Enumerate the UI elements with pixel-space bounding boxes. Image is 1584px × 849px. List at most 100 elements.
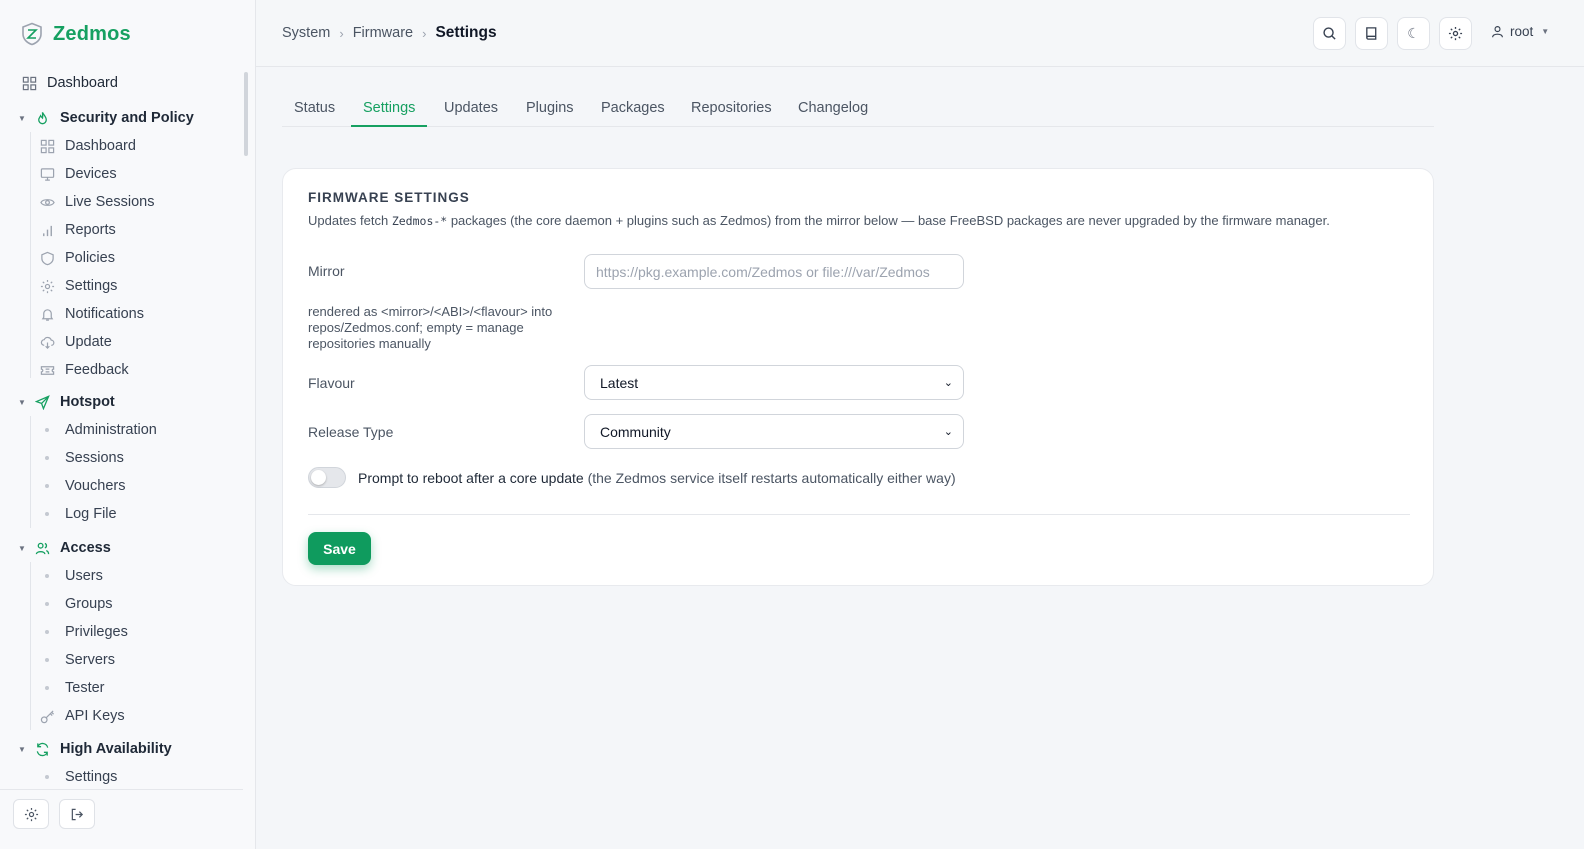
sidebar-item-tester[interactable]: Tester xyxy=(39,674,105,702)
sidebar-item-label: Settings xyxy=(65,769,118,785)
settings-button[interactable] xyxy=(13,799,49,829)
ticket-icon xyxy=(39,362,55,378)
user-menu[interactable]: root ▼ xyxy=(1491,24,1549,39)
sidebar-item-label: Devices xyxy=(65,166,117,182)
group-access[interactable]: ▼ Access xyxy=(18,534,111,562)
dashboard-icon xyxy=(21,75,37,91)
mirror-help-text: rendered as <mirror>/<ABI>/<flavour> int… xyxy=(308,304,553,351)
preferences-button[interactable] xyxy=(1439,17,1472,50)
sidebar-item-live-sessions[interactable]: Live Sessions xyxy=(39,188,154,216)
breadcrumb-system[interactable]: System xyxy=(282,25,330,41)
sidebar-item-label: Update xyxy=(65,334,112,350)
logout-button[interactable] xyxy=(59,799,95,829)
chevron-down-icon: ⌄ xyxy=(943,426,953,438)
chevron-down-icon: ▼ xyxy=(1541,27,1550,36)
breadcrumb-firmware[interactable]: Firmware xyxy=(353,25,413,41)
bar-chart-icon xyxy=(39,222,55,238)
tab-repositories[interactable]: Repositories xyxy=(679,95,784,127)
sidebar-item-policies[interactable]: Policies xyxy=(39,244,115,272)
sidebar-item-groups[interactable]: Groups xyxy=(39,590,113,618)
bullet-icon xyxy=(39,456,55,460)
sidebar-item-feedback[interactable]: Feedback xyxy=(39,356,129,384)
sidebar-item-sp-dashboard[interactable]: Dashboard xyxy=(39,132,136,160)
tree-line xyxy=(30,562,31,730)
flavour-label: Flavour xyxy=(308,375,355,391)
sidebar-item-devices[interactable]: Devices xyxy=(39,160,117,188)
divider xyxy=(308,514,1410,515)
sidebar-item-reports[interactable]: Reports xyxy=(39,216,116,244)
docs-button[interactable] xyxy=(1355,17,1388,50)
flavour-value: Latest xyxy=(600,374,639,391)
group-high-availability[interactable]: ▼ High Availability xyxy=(18,735,172,763)
bullet-icon xyxy=(39,630,55,634)
sidebar-item-dashboard[interactable]: Dashboard xyxy=(21,69,118,97)
bullet-icon xyxy=(39,512,55,516)
search-button[interactable] xyxy=(1313,17,1346,50)
cloud-download-icon xyxy=(39,334,55,350)
sidebar-item-notifications[interactable]: Notifications xyxy=(39,300,144,328)
reboot-prompt-toggle[interactable] xyxy=(308,467,346,488)
bullet-icon xyxy=(39,602,55,606)
tab-updates[interactable]: Updates xyxy=(432,95,510,127)
toggle-knob xyxy=(311,470,326,485)
sidebar-item-ha-settings[interactable]: Settings xyxy=(39,763,117,788)
chevron-right-icon: › xyxy=(339,25,344,41)
sidebar-item-label: Vouchers xyxy=(65,478,126,494)
flavour-select[interactable]: Latest ⌄ xyxy=(584,365,964,400)
group-security-and-policy[interactable]: ▼ Security and Policy xyxy=(18,104,194,132)
bullet-icon xyxy=(39,574,55,578)
group-title: Security and Policy xyxy=(60,110,194,126)
sidebar-item-label: Sessions xyxy=(65,450,124,466)
sidebar-item-update[interactable]: Update xyxy=(39,328,112,356)
sidebar-item-label: Notifications xyxy=(65,306,144,322)
sidebar-item-label: Feedback xyxy=(65,362,129,378)
mirror-input[interactable]: https://pkg.example.com/Zedmos or file:/… xyxy=(584,254,964,289)
logout-icon xyxy=(71,808,83,820)
sidebar-item-label: Groups xyxy=(65,596,113,612)
sidebar-item-log-file[interactable]: Log File xyxy=(39,500,117,528)
refresh-icon xyxy=(34,741,50,757)
group-hotspot[interactable]: ▼ Hotspot xyxy=(18,388,115,416)
sidebar-nav: Dashboard ▼ Security and Policy Dashboar… xyxy=(0,68,248,788)
key-icon xyxy=(39,708,55,724)
sidebar-item-label: Policies xyxy=(65,250,115,266)
sidebar-item-label: Privileges xyxy=(65,624,128,640)
send-icon xyxy=(34,394,50,410)
shield-icon xyxy=(39,250,55,266)
tab-packages[interactable]: Packages xyxy=(589,95,677,127)
sidebar-scrollbar[interactable] xyxy=(244,72,248,156)
theme-toggle-button[interactable]: ☾ xyxy=(1397,17,1430,50)
sidebar-item-vouchers[interactable]: Vouchers xyxy=(39,472,125,500)
desc-suffix: packages (the core daemon + plugins such… xyxy=(447,213,1330,228)
sidebar-item-label: Tester xyxy=(65,680,105,696)
tab-changelog[interactable]: Changelog xyxy=(786,95,880,127)
sidebar-item-servers[interactable]: Servers xyxy=(39,646,115,674)
breadcrumb: System › Firmware › Settings xyxy=(282,24,497,42)
desc-prefix: Updates fetch xyxy=(308,213,392,228)
release-type-select[interactable]: Community ⌄ xyxy=(584,414,964,449)
save-button[interactable]: Save xyxy=(308,532,371,565)
tab-bar: Status Settings Updates Plugins Packages… xyxy=(282,95,1434,127)
sidebar-item-label: Reports xyxy=(65,222,116,238)
tab-plugins[interactable]: Plugins xyxy=(514,95,586,127)
sidebar-item-sessions[interactable]: Sessions xyxy=(39,444,124,472)
sidebar-item-administration[interactable]: Administration xyxy=(39,416,157,444)
tab-settings[interactable]: Settings xyxy=(351,95,428,127)
sidebar-item-label: Servers xyxy=(65,652,115,668)
brand[interactable]: Zedmos xyxy=(21,22,131,46)
sidebar-item-settings[interactable]: Settings xyxy=(39,272,117,300)
moon-icon: ☾ xyxy=(1407,25,1420,41)
sidebar-item-label: Users xyxy=(65,568,103,584)
top-header: System › Firmware › Settings ☾ xyxy=(256,0,1584,67)
sidebar-item-label: Log File xyxy=(65,506,117,522)
flame-icon xyxy=(34,110,50,126)
tab-status[interactable]: Status xyxy=(282,95,347,127)
sidebar-item-privileges[interactable]: Privileges xyxy=(39,618,128,646)
release-type-value: Community xyxy=(600,423,671,440)
sidebar-item-users[interactable]: Users xyxy=(39,562,103,590)
page-title: Settings xyxy=(435,24,497,41)
chevron-down-icon: ▼ xyxy=(18,397,26,407)
reboot-prompt-note: (the Zedmos service itself restarts auto… xyxy=(587,469,956,486)
gear-icon xyxy=(24,807,38,821)
sidebar-item-api-keys[interactable]: API Keys xyxy=(39,702,125,730)
